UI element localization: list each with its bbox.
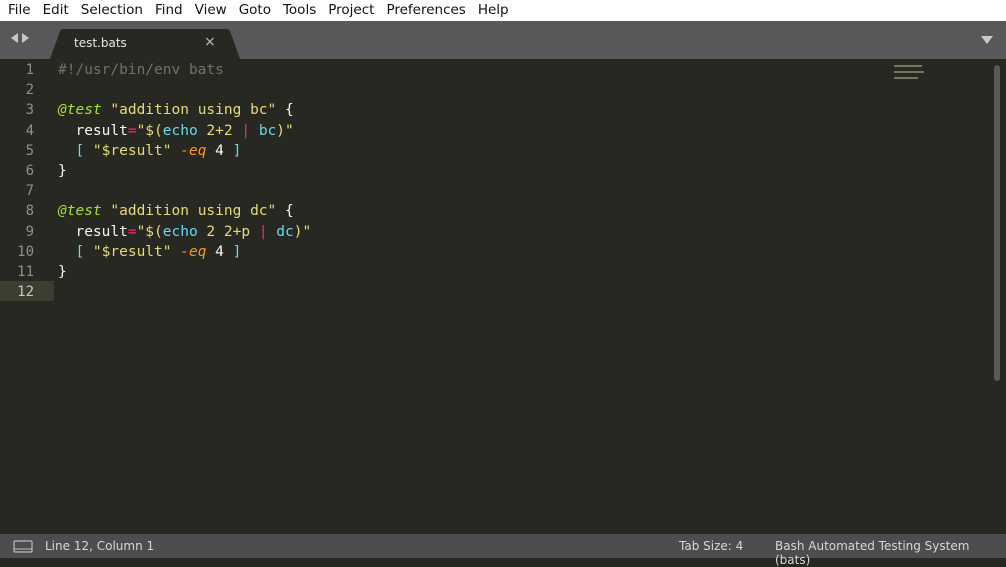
menu-bar: File Edit Selection Find View Goto Tools… xyxy=(0,0,1006,21)
menu-selection[interactable]: Selection xyxy=(75,0,149,21)
line-number: 12 xyxy=(17,284,34,301)
menu-file[interactable]: File xyxy=(2,0,37,21)
menu-project[interactable]: Project xyxy=(322,0,380,21)
code-token-builtin: bc xyxy=(258,122,277,139)
minimap-line xyxy=(894,71,924,73)
code-line: [ "$result" -eq 4 ] xyxy=(58,242,241,262)
code-token-operator: = xyxy=(127,223,137,240)
code-token-plain: } xyxy=(58,163,67,179)
line-number: 11 xyxy=(17,264,34,280)
code-token-keyword: @test xyxy=(58,102,102,119)
tab-title: test.bats xyxy=(74,36,127,50)
code-token-keyword: @test xyxy=(58,203,102,220)
line-number: 10 xyxy=(17,243,34,260)
chevron-down-icon[interactable] xyxy=(981,36,993,44)
code-token-flag: -eq xyxy=(180,243,207,260)
code-token-string: "$result" xyxy=(92,142,172,159)
code-token-builtin: [ xyxy=(58,142,93,159)
code-token-string: )" xyxy=(293,223,312,240)
menu-find[interactable]: Find xyxy=(149,0,189,21)
code-token-plain: result xyxy=(58,122,128,139)
line-number: 1 xyxy=(25,62,34,78)
syntax-indicator[interactable]: Bash Automated Testing System (bats) xyxy=(775,539,1006,567)
menu-tools[interactable]: Tools xyxy=(277,0,322,21)
code-token-comment: #!/usr/bin/env bats xyxy=(58,62,224,78)
line-number: 7 xyxy=(25,183,34,200)
code-token-string: )" xyxy=(276,122,294,139)
line-number: 6 xyxy=(25,163,34,179)
code-token-string: 2+2 xyxy=(197,122,242,139)
code-token-plain: { xyxy=(276,203,294,220)
code-token-builtin: ] xyxy=(232,142,242,159)
minimap[interactable] xyxy=(894,63,928,85)
menu-preferences[interactable]: Preferences xyxy=(380,0,471,21)
code-token-flag: -eq xyxy=(180,142,207,159)
code-token-plain: { xyxy=(276,102,294,119)
code-token-plain: } xyxy=(58,264,67,280)
tab-bar: test.bats × xyxy=(0,21,1006,59)
line-number: 2 xyxy=(25,82,34,99)
code-token-plain: 4 xyxy=(206,142,233,159)
code-line: } xyxy=(58,262,67,282)
code-line: @test "addition using dc" { xyxy=(58,201,294,221)
vertical-scrollbar[interactable] xyxy=(994,65,1000,381)
code-token-string xyxy=(268,224,277,240)
line-number: 9 xyxy=(25,223,34,240)
status-bar: Line 12, Column 1 Tab Size: 4 Bash Autom… xyxy=(0,534,1006,567)
code-line: } xyxy=(58,161,67,181)
menu-view[interactable]: View xyxy=(189,0,233,21)
code-token-operator: | xyxy=(241,122,251,139)
menu-edit[interactable]: Edit xyxy=(37,0,75,21)
menu-goto[interactable]: Goto xyxy=(233,0,277,21)
code-token-string: "$( xyxy=(136,223,163,240)
code-token-string: "addition using bc" xyxy=(110,102,277,119)
code-token-string: 2 2+p xyxy=(197,223,259,240)
line-number: 3 xyxy=(25,102,34,119)
editor-area[interactable]: 1 2 3 4 5 6 7 8 9 10 11 12 #!/usr/bin/env bats @test… xyxy=(0,59,1006,534)
code-token-string: "$result" xyxy=(92,243,172,260)
arrow-left-icon[interactable] xyxy=(11,33,18,43)
code-token-plain: 4 xyxy=(206,243,233,260)
code-token-builtin: ] xyxy=(232,243,242,260)
line-number: 5 xyxy=(25,142,34,159)
panel-toggle-icon[interactable] xyxy=(13,540,33,553)
tab-size-indicator[interactable]: Tab Size: 4 xyxy=(679,539,743,553)
code-token-string: "addition using dc" xyxy=(110,203,277,220)
line-number-gutter: 1 2 3 4 5 6 7 8 9 10 11 12 xyxy=(0,59,46,534)
line-number: 8 xyxy=(25,203,34,220)
arrow-right-icon[interactable] xyxy=(22,33,29,43)
close-icon[interactable]: × xyxy=(204,34,216,50)
cursor-position: Line 12, Column 1 xyxy=(45,539,155,553)
line-number: 4 xyxy=(25,122,34,139)
minimap-line xyxy=(894,65,922,67)
code-token-builtin: [ xyxy=(58,243,93,260)
code-token-plain: result xyxy=(58,223,128,240)
minimap-line xyxy=(894,77,918,79)
tab-test-bats[interactable]: test.bats × xyxy=(50,29,240,59)
code-token-string: "$( xyxy=(136,122,163,139)
code-line: result="$(echo 2 2+p | dc)" xyxy=(58,222,311,242)
code-token-builtin: echo xyxy=(162,223,198,240)
code-token-operator: | xyxy=(258,223,268,240)
code-line: @test "addition using bc" { xyxy=(58,100,294,120)
tab-navigation xyxy=(11,33,29,43)
code-token-builtin: echo xyxy=(162,122,198,139)
code-line: #!/usr/bin/env bats xyxy=(58,60,224,80)
code-token-operator: = xyxy=(127,122,137,139)
code-line: result="$(echo 2+2 | bc)" xyxy=(58,121,294,141)
code-line: [ "$result" -eq 4 ] xyxy=(58,141,241,161)
menu-help[interactable]: Help xyxy=(472,0,515,21)
code-token-builtin: dc xyxy=(276,223,294,240)
code-token-string xyxy=(250,123,259,139)
